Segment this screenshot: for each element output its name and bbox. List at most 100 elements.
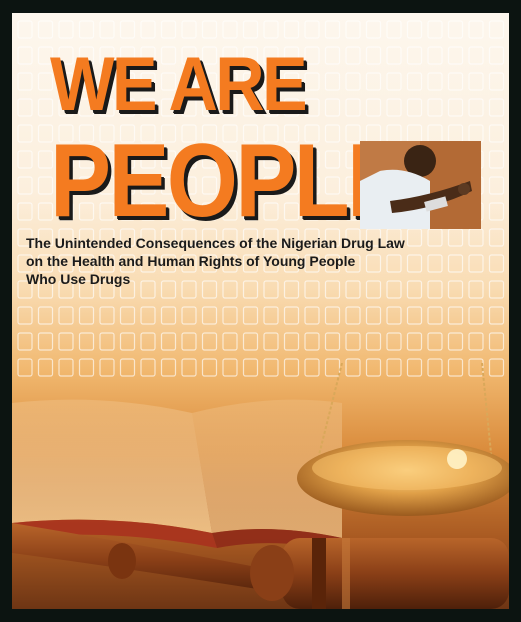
grid-square bbox=[406, 20, 423, 39]
grid-square bbox=[488, 72, 505, 91]
grid-square bbox=[447, 72, 464, 91]
grid-square bbox=[324, 332, 341, 351]
grid-square bbox=[160, 332, 177, 351]
subtitle-line-1: The Unintended Consequences of the Niger… bbox=[26, 235, 405, 251]
grid-square bbox=[365, 306, 382, 325]
grid-square bbox=[488, 202, 505, 221]
grid-square bbox=[181, 20, 197, 39]
grid-square bbox=[427, 46, 443, 65]
grid-square bbox=[304, 46, 320, 65]
grid-square bbox=[386, 72, 402, 91]
grid-square bbox=[488, 228, 505, 247]
grid-square bbox=[386, 332, 402, 351]
grid-square bbox=[304, 20, 320, 39]
grid-square bbox=[99, 332, 115, 351]
grid-square bbox=[263, 20, 279, 39]
grid-square bbox=[406, 124, 423, 143]
grid-square bbox=[201, 332, 218, 351]
grid-square bbox=[181, 306, 197, 325]
title-line-2: PEOPLE bbox=[50, 123, 408, 239]
grid-square bbox=[324, 46, 341, 65]
scales-and-gavel-photo bbox=[12, 363, 509, 609]
grid-square bbox=[17, 72, 33, 91]
grid-square bbox=[468, 280, 484, 299]
grid-square bbox=[37, 20, 54, 39]
grid-square bbox=[427, 306, 443, 325]
grid-square bbox=[468, 228, 484, 247]
subtitle: The Unintended Consequences of the Niger… bbox=[26, 234, 466, 288]
book-cover: WE ARE PEOPLE The Unintended Consequence… bbox=[12, 13, 509, 609]
grid-square bbox=[304, 72, 320, 91]
grid-square bbox=[488, 20, 505, 39]
cover-frame: WE ARE PEOPLE The Unintended Consequence… bbox=[0, 0, 521, 622]
grid-square bbox=[386, 46, 402, 65]
grid-square bbox=[447, 332, 464, 351]
grid-square bbox=[17, 202, 33, 221]
grid-square bbox=[17, 176, 33, 195]
grid-square bbox=[406, 306, 423, 325]
grid-square bbox=[468, 72, 484, 91]
grid-square bbox=[58, 20, 74, 39]
grid-square bbox=[37, 332, 54, 351]
grid-square bbox=[488, 150, 505, 169]
grid-square bbox=[263, 332, 279, 351]
grid-square bbox=[386, 20, 402, 39]
grid-square bbox=[406, 98, 423, 117]
grid-square bbox=[283, 332, 300, 351]
grid-square bbox=[242, 20, 259, 39]
grid-square bbox=[406, 46, 423, 65]
grid-square bbox=[365, 46, 382, 65]
grid-square bbox=[488, 46, 505, 65]
grid-square bbox=[365, 20, 382, 39]
grid-square bbox=[488, 280, 505, 299]
grid-square bbox=[119, 306, 136, 325]
grid-square bbox=[17, 150, 33, 169]
grid-square bbox=[119, 20, 136, 39]
grid-square bbox=[17, 306, 33, 325]
grid-square bbox=[17, 124, 33, 143]
grid-square bbox=[365, 98, 382, 117]
grid-square bbox=[447, 98, 464, 117]
grid-square bbox=[304, 306, 320, 325]
grid-square bbox=[386, 306, 402, 325]
grid-square bbox=[406, 332, 423, 351]
grid-square bbox=[365, 332, 382, 351]
grid-square bbox=[140, 20, 156, 39]
grid-square bbox=[324, 306, 341, 325]
grid-square bbox=[160, 20, 177, 39]
grid-square bbox=[406, 72, 423, 91]
grid-square bbox=[201, 20, 218, 39]
grid-square bbox=[140, 332, 156, 351]
grid-square bbox=[447, 306, 464, 325]
grid-square bbox=[427, 332, 443, 351]
grid-square bbox=[17, 46, 33, 65]
title-line-1: WE ARE bbox=[50, 42, 308, 127]
grid-square bbox=[201, 306, 218, 325]
grid-square bbox=[242, 306, 259, 325]
grid-square bbox=[488, 176, 505, 195]
grid-square bbox=[427, 98, 443, 117]
grid-square bbox=[345, 72, 361, 91]
grid-square bbox=[447, 124, 464, 143]
grid-square bbox=[345, 306, 361, 325]
grid-square bbox=[140, 306, 156, 325]
grid-square bbox=[365, 72, 382, 91]
grid-square bbox=[345, 98, 361, 117]
grid-square bbox=[37, 306, 54, 325]
grid-square bbox=[304, 332, 320, 351]
grid-square bbox=[283, 20, 300, 39]
grid-square bbox=[99, 306, 115, 325]
grid-square bbox=[17, 332, 33, 351]
grid-square bbox=[78, 332, 95, 351]
grid-square bbox=[447, 46, 464, 65]
grid-square bbox=[222, 332, 238, 351]
grid-square bbox=[17, 20, 33, 39]
grid-square bbox=[304, 98, 320, 117]
grid-square bbox=[222, 306, 238, 325]
grid-square bbox=[468, 306, 484, 325]
grid-square bbox=[488, 98, 505, 117]
grid-square bbox=[468, 20, 484, 39]
grid-square bbox=[181, 332, 197, 351]
grid-square bbox=[283, 306, 300, 325]
grid-square bbox=[324, 20, 341, 39]
